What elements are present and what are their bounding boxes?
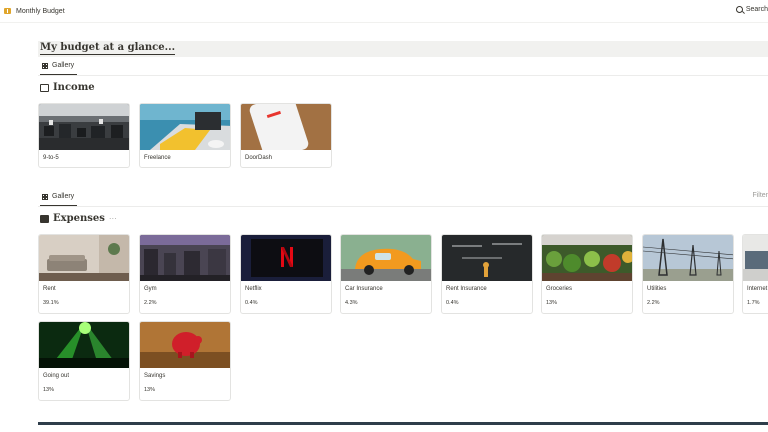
- grid-icon: [42, 193, 48, 200]
- tab-label: Gallery: [52, 62, 75, 69]
- filter-button[interactable]: Filter: [752, 192, 768, 199]
- top-bar: Monthly Budget Search: [0, 0, 768, 23]
- expenses-heading: Expenses ···: [40, 213, 117, 224]
- gym-image: [140, 235, 230, 281]
- card-percent: 13%: [546, 300, 558, 306]
- expense-card-rent[interactable]: Rent 39.1%: [38, 234, 130, 314]
- card-percent: 1.7%: [747, 300, 760, 306]
- card-title: Utilities: [647, 286, 667, 292]
- concert-image: [39, 322, 129, 368]
- card-percent: 13%: [144, 387, 156, 393]
- expense-card-netflix[interactable]: Netflix 0.4%: [240, 234, 332, 314]
- card-title: Gym: [144, 286, 157, 292]
- office-image: [39, 104, 129, 150]
- card-title: DoorDash: [245, 155, 273, 161]
- card-percent: 2.2%: [144, 300, 157, 306]
- expense-card-utilities[interactable]: Utilities 2.2%: [642, 234, 734, 314]
- living-room-image: [39, 235, 129, 281]
- laptop-image: [140, 104, 230, 150]
- search-button[interactable]: Search: [735, 6, 768, 13]
- income-card-freelance[interactable]: Freelance: [139, 103, 231, 168]
- search-label: Search: [745, 6, 768, 13]
- expenses-heading-text: Expenses: [53, 213, 105, 224]
- chalkboard-image: [442, 235, 532, 281]
- netflix-image: [241, 235, 331, 281]
- expense-card-rent-insurance[interactable]: Rent Insurance 0.4%: [441, 234, 533, 314]
- tab-label: Gallery: [52, 193, 75, 200]
- laptop-image: [743, 235, 768, 281]
- breadcrumb[interactable]: Monthly Budget: [4, 8, 65, 15]
- card-title: Savings: [144, 373, 166, 379]
- income-heading-text: Income: [53, 82, 95, 93]
- card-percent: 13%: [43, 387, 55, 393]
- more-options-icon[interactable]: ···: [109, 214, 117, 223]
- bottom-banner: [38, 422, 768, 425]
- phone-image: [241, 104, 331, 150]
- card-title: 9-to-5: [43, 155, 59, 161]
- money-icon: [40, 83, 49, 92]
- card-title: Car Insurance: [345, 286, 383, 292]
- card-title: Groceries: [546, 286, 573, 292]
- tab-income-gallery[interactable]: Gallery: [42, 62, 74, 69]
- card-title: Rent: [43, 286, 56, 292]
- card-title: Netflix: [245, 286, 262, 292]
- card-title: Going out: [43, 373, 70, 379]
- divider: [38, 206, 768, 207]
- card-percent: 0.4%: [446, 300, 459, 306]
- divider: [38, 75, 768, 76]
- produce-image: [542, 235, 632, 281]
- expense-card-going-out[interactable]: Going out 13%: [38, 321, 130, 401]
- card-percent: 0.4%: [245, 300, 258, 306]
- expense-card-car-insurance[interactable]: Car Insurance 4.3%: [340, 234, 432, 314]
- expense-card-groceries[interactable]: Groceries 13%: [541, 234, 633, 314]
- card-title: Freelance: [144, 155, 171, 161]
- card-percent: 39.1%: [43, 300, 59, 306]
- income-card-doordash[interactable]: DoorDash: [240, 103, 332, 168]
- income-card-9to5[interactable]: 9-to-5: [38, 103, 130, 168]
- book-icon: [4, 8, 11, 14]
- expense-card-gym[interactable]: Gym 2.2%: [139, 234, 231, 314]
- search-icon: [735, 6, 743, 13]
- income-heading: Income: [40, 82, 95, 93]
- car-image: [341, 235, 431, 281]
- wallet-icon: [40, 214, 49, 223]
- card-percent: 4.3%: [345, 300, 358, 306]
- tab-expenses-gallery[interactable]: Gallery: [42, 193, 74, 200]
- grid-icon: [42, 62, 48, 69]
- card-title: Internet: [747, 286, 768, 292]
- power-lines-image: [643, 235, 733, 281]
- callout-title: My budget at a glance...: [40, 42, 176, 55]
- piggy-bank-image: [140, 322, 230, 368]
- expense-card-internet[interactable]: Internet 1.7%: [742, 234, 768, 314]
- card-percent: 2.2%: [647, 300, 660, 306]
- page-breadcrumb-title: Monthly Budget: [16, 7, 65, 15]
- card-title: Rent Insurance: [446, 286, 487, 292]
- expense-card-savings[interactable]: Savings 13%: [139, 321, 231, 401]
